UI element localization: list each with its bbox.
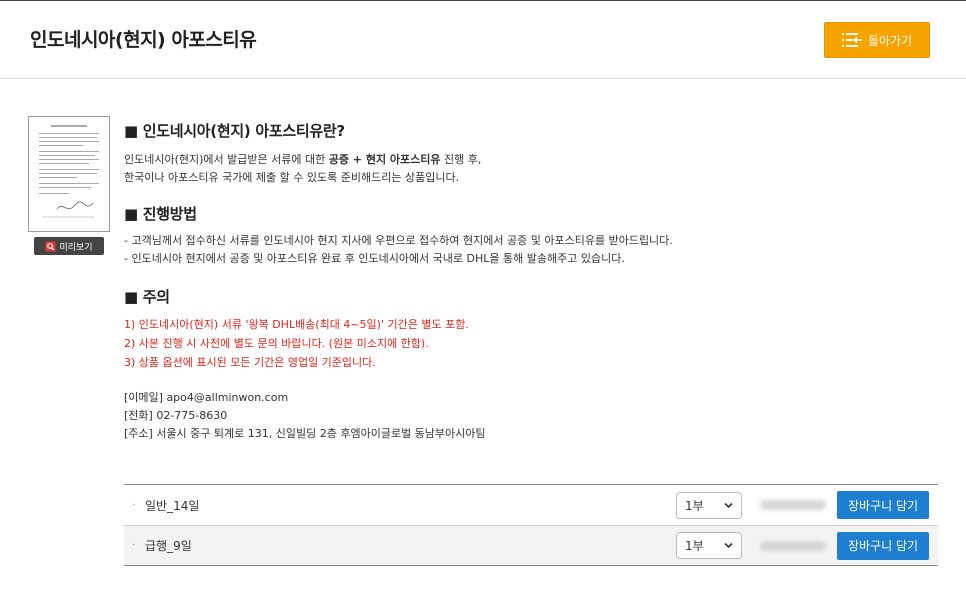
option-row: · 급행_9일 1부 장바구니 담기: [124, 525, 938, 565]
about-text-line2: 한국이나 아포스티유 국가에 제출 할 수 있도록 준비해드리는 상품입니다.: [124, 171, 460, 184]
about-text-a: 인도네시아(현지)에서 발급받은 서류에 대한: [124, 153, 329, 166]
process-line1: - 고객님께서 접수하신 서류를 인도네시아 현지 지사에 우편으로 접수하여 …: [124, 234, 673, 247]
option-label: 급행_9일: [145, 539, 192, 553]
option-row: · 일반_14일 1부 장바구니 담기: [124, 485, 938, 525]
document-thumbnail: [28, 116, 110, 232]
about-text-bold: 공증 + 현지 아포스티유: [328, 153, 441, 166]
preview-label: 미리보기: [59, 242, 93, 253]
quantity-select[interactable]: 1부: [676, 491, 742, 519]
contact-email: [이메일] apo4@allminwon.com: [124, 391, 289, 404]
quantity-select[interactable]: 1부: [676, 532, 742, 559]
caution-item: 2) 사본 진행 시 사전에 별도 문의 바랍니다. (원본 미소지에 한함).: [124, 337, 429, 350]
add-to-cart-button[interactable]: 장바구니 담기: [837, 531, 929, 560]
caution-heading: ■ 주의: [124, 288, 170, 306]
contact-phone: [전화] 02-775-8630: [124, 409, 228, 422]
document-search-icon: [45, 241, 56, 251]
option-bullet: ·: [132, 540, 136, 551]
back-button[interactable]: 돌아가기: [824, 22, 930, 58]
about-text-c: 진행 후,: [440, 153, 482, 166]
caution-item: 1) 인도네시아(현지) 서류 '왕복 DHL배송(최대 4~5일)' 기간은 …: [124, 318, 469, 331]
contact-address: [주소] 서울시 중구 퇴계로 131, 신일빌딩 2층 후엠아이글로벌 동남부…: [124, 427, 486, 440]
list-arrow-icon: [841, 33, 862, 47]
option-table: · 일반_14일 1부 장바구니 담기 · 급행_9일 1부 장바구니 담기: [124, 484, 938, 566]
process-heading: ■ 진행방법: [124, 205, 197, 223]
contact-info: [이메일] apo4@allminwon.com [전화] 02-775-863…: [124, 389, 934, 443]
option-bullet: ·: [132, 499, 136, 511]
process-line2: - 인도네시아 현지에서 공증 및 아포스티유 완료 후 인도네시아에서 국내로…: [124, 252, 625, 265]
back-button-label: 돌아가기: [867, 33, 913, 48]
chevron-down-icon: [724, 502, 733, 508]
quantity-value: 1부: [685, 539, 704, 553]
document-preview-image: [39, 125, 99, 218]
page-title: 인도네시아(현지) 아포스티유: [30, 29, 257, 51]
quantity-value: 1부: [685, 498, 704, 513]
price-blurred: [760, 540, 826, 551]
option-label: 일반_14일: [145, 498, 200, 513]
about-text-line1: 인도네시아(현지)에서 발급받은 서류에 대한 공증 + 현지 아포스티유 진행…: [124, 151, 934, 169]
preview-button[interactable]: 미리보기: [34, 237, 104, 255]
product-description: ■ 인도네시아(현지) 아포스티유란? 인도네시아(현지)에서 발급받은 서류에…: [124, 120, 934, 443]
add-to-cart-button[interactable]: 장바구니 담기: [837, 491, 929, 519]
chevron-down-icon: [724, 542, 733, 549]
price-blurred: [760, 500, 826, 510]
page-header: 인도네시아(현지) 아포스티유 돌아가기: [0, 0, 966, 79]
about-heading: ■ 인도네시아(현지) 아포스티유란?: [124, 122, 345, 140]
caution-item: 3) 상품 옵션에 표시된 모든 기간은 영업일 기준입니다.: [124, 356, 376, 369]
